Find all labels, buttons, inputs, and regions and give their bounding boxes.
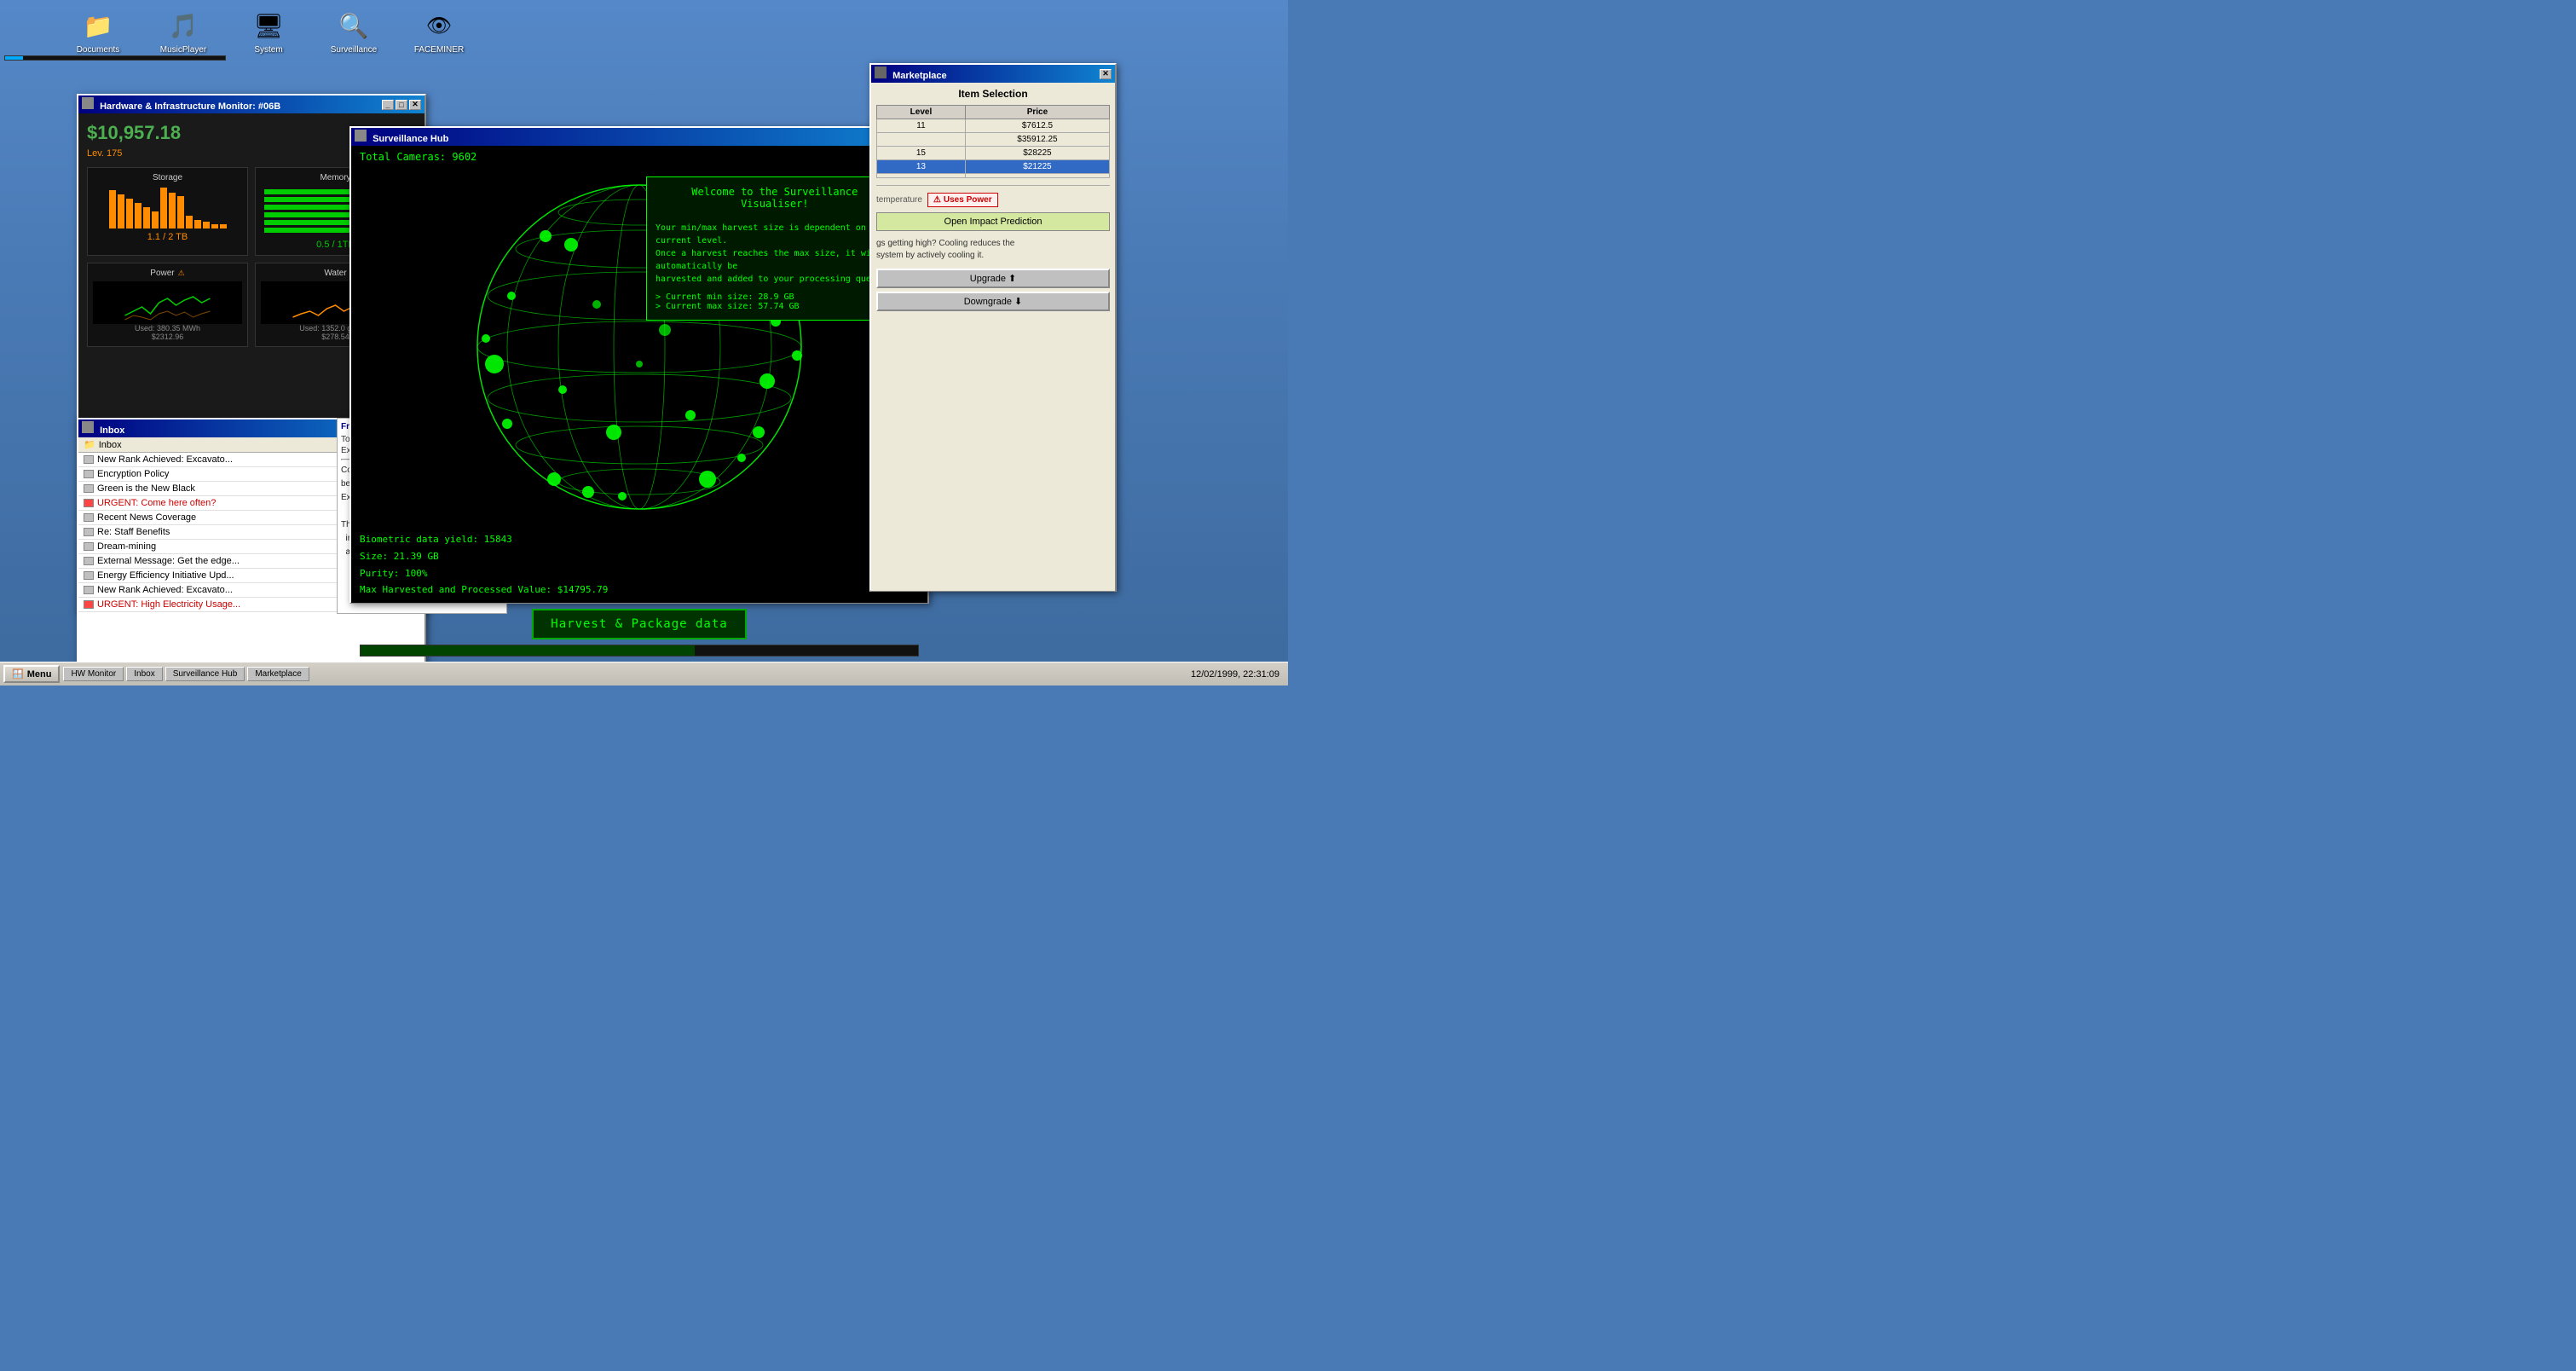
power-panel: Power ⚠ Used: 380.35 MWh $2312.96 [87, 263, 248, 347]
biometric-yield: Biometric data yield: 15843 [360, 531, 919, 548]
taskbar-items: HW Monitor Inbox Surveillance Hub Market… [63, 667, 309, 681]
taskbar: 🪟 Menu HW Monitor Inbox Surveillance Hub… [0, 662, 1288, 686]
max-value-label: Max Harvested and Processed Value: $1479… [360, 581, 919, 599]
music-player-icon[interactable]: 🎵 MusicPlayer [153, 9, 213, 55]
surveillance-content: Total Cameras: 9602 [351, 146, 927, 603]
documents-icon[interactable]: 📁 Documents [68, 9, 128, 55]
power-cost: $2312.96 [93, 333, 242, 341]
inbox-item-9-icon [84, 571, 94, 580]
open-impact-btn[interactable]: Open Impact Prediction [876, 212, 1110, 231]
surveillance-title: Surveillance Hub [373, 134, 448, 144]
marketplace-divider [876, 185, 1110, 186]
hw-monitor-icon [82, 97, 94, 109]
hw-minimize-btn[interactable]: _ [382, 100, 394, 110]
purity-label: Purity: 100% [360, 565, 919, 582]
marketplace-row-5[interactable] [877, 174, 1110, 178]
surveillance-titlebar[interactable]: Surveillance Hub _ ✕ [351, 128, 927, 146]
inbox-title: Inbox [100, 425, 124, 436]
marketplace-window: Marketplace ✕ Item Selection Level Price… [869, 63, 1117, 592]
info-box-title: Welcome to the Surveillance Visualiser! [656, 186, 894, 210]
marketplace-section-title: Item Selection [876, 88, 1110, 100]
power-used: Used: 380.35 MWh [93, 324, 242, 333]
total-cameras: Total Cameras: 9602 [351, 146, 927, 168]
storage-panel: Storage 1.1 / 2 TB [87, 167, 248, 256]
faceminer-icon[interactable]: 👁 FACEMINER [409, 9, 469, 55]
inbox-item-3-icon [84, 484, 94, 493]
marketplace-titlebar[interactable]: Marketplace ✕ [871, 65, 1115, 83]
power-graph [93, 281, 242, 324]
music-seekbar[interactable] [4, 55, 226, 61]
inbox-item-1-icon [84, 455, 94, 464]
surveillance-stats: Biometric data yield: 15843 Size: 21.39 … [351, 526, 927, 604]
progress-bar [360, 645, 919, 657]
inbox-item-4-icon [84, 499, 94, 507]
taskbar-hw-monitor[interactable]: HW Monitor [63, 667, 124, 681]
marketplace-row-3[interactable]: 15 $28225 [877, 147, 1110, 160]
inbox-icon [82, 421, 94, 433]
progress-area [351, 645, 927, 660]
warning-icon: ⚠ [933, 195, 941, 205]
power-label: Power ⚠ [93, 269, 242, 278]
hw-close-btn[interactable]: ✕ [409, 100, 421, 110]
inbox-folder-icon: 📁 [84, 439, 95, 450]
inbox-item-11-icon [84, 600, 94, 609]
inbox-item-7-icon [84, 542, 94, 551]
uses-power-label: Uses Power [944, 195, 992, 205]
inbox-item-2-icon [84, 470, 94, 478]
marketplace-icon [875, 67, 887, 78]
marketplace-table: Level Price 11 $7612.5 $35912.25 15 [876, 105, 1110, 178]
cooling-text: gs getting high? Cooling reduces the sys… [876, 238, 1110, 262]
uses-power-badge: ⚠ Uses Power [927, 193, 998, 207]
marketplace-content: Item Selection Level Price 11 $7612.5 [871, 83, 1115, 591]
taskbar-surveillance[interactable]: Surveillance Hub [165, 667, 245, 681]
col-price: Price [965, 106, 1109, 119]
inbox-folder-label: Inbox [99, 440, 122, 450]
taskbar-marketplace[interactable]: Marketplace [247, 667, 309, 681]
marketplace-close-btn[interactable]: ✕ [1100, 69, 1112, 79]
start-label: Menu [27, 669, 52, 680]
recent-news-coverage-label: Recent News Coverage [97, 512, 196, 523]
progress-fill [361, 645, 695, 656]
storage-value: 1.1 / 2 TB [93, 232, 242, 242]
inbox-item-6-icon [84, 528, 94, 536]
storage-bars [93, 186, 242, 228]
hw-monitor-titlebar[interactable]: Hardware & Infrastructure Monitor: #06B … [78, 95, 425, 113]
surveillance-title-icon [355, 130, 367, 142]
taskbar-datetime: 12/02/1999, 22:31:09 [1191, 669, 1285, 680]
col-level: Level [877, 106, 966, 119]
system-icon[interactable]: 🖥 System [239, 9, 298, 55]
harvest-btn[interactable]: Harvest & Package data [532, 609, 746, 639]
marketplace-row-4-selected[interactable]: 13 $21225 [877, 160, 1110, 174]
start-button[interactable]: 🪟 Menu [3, 665, 60, 683]
surveillance-hub-window: Surveillance Hub _ ✕ Total Cameras: 9602 [349, 126, 929, 604]
marketplace-title: Marketplace [892, 71, 947, 81]
start-icon: 🪟 [12, 668, 24, 680]
hw-monitor-title: Hardware & Infrastructure Monitor: #06B [100, 101, 280, 112]
marketplace-row-1[interactable]: 11 $7612.5 [877, 119, 1110, 133]
surveillance-icon[interactable]: 🔍 Surveillance [324, 9, 384, 55]
globe-area: Welcome to the Surveillance Visualiser! … [351, 168, 927, 526]
marketplace-row-2[interactable]: $35912.25 [877, 133, 1110, 147]
size-label: Size: 21.39 GB [360, 548, 919, 565]
inbox-item-8-icon [84, 557, 94, 565]
storage-label: Storage [93, 173, 242, 182]
downgrade-btn[interactable]: Downgrade ⬇ [876, 292, 1110, 311]
temperature-label: temperature [876, 195, 922, 205]
taskbar-inbox[interactable]: Inbox [126, 667, 162, 681]
desktop-icons: 📁 Documents 🎵 MusicPlayer 🖥 System 🔍 Sur… [68, 9, 469, 55]
hw-maximize-btn[interactable]: □ [396, 100, 407, 110]
inbox-item-5-icon [84, 513, 94, 522]
inbox-item-10-icon [84, 586, 94, 594]
upgrade-btn[interactable]: Upgrade ⬆ [876, 269, 1110, 288]
